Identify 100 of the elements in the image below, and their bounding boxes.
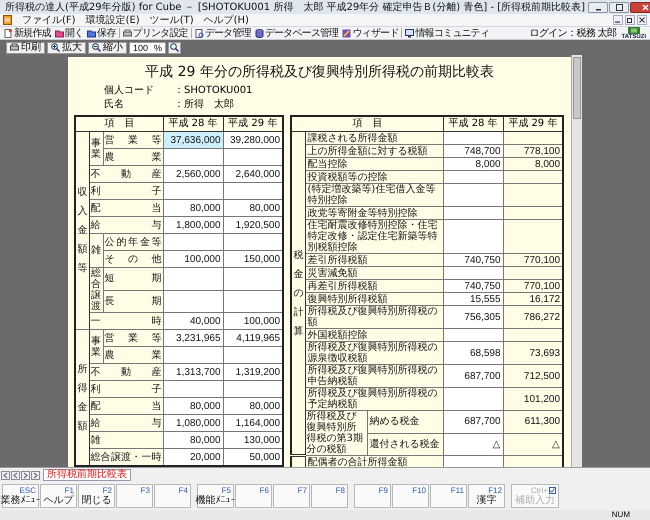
toolbar-button[interactable]: 新規作成 — [3, 28, 52, 38]
row-label: 配当 — [89, 398, 164, 414]
row-label: 還付される税金 — [367, 433, 444, 456]
table-cell[interactable]: 40,000 — [163, 312, 224, 330]
toolbar-button[interactable]: 拡大 — [47, 42, 86, 54]
nav-arrow-icon[interactable] — [11, 470, 20, 480]
table-cell[interactable] — [223, 268, 284, 290]
table-cell[interactable]: 1,313,700 — [163, 364, 224, 380]
table-cell[interactable] — [223, 148, 284, 166]
table-cell: 786,272 — [503, 306, 564, 328]
table-cell[interactable] — [223, 234, 284, 250]
table-cell: 8,000 — [443, 158, 504, 170]
nav-arrow-icon[interactable] — [31, 470, 40, 480]
table-cell[interactable]: 80,000 — [163, 398, 224, 414]
minimize-button[interactable] — [588, 2, 608, 12]
table-cell[interactable]: 2,560,000 — [163, 166, 224, 182]
report-title: 平成 29 年分の所得税及び復興特別所得税の前期比較表 — [144, 63, 495, 81]
toolbar-button[interactable]: データ管理 — [194, 28, 252, 38]
toolbar-button[interactable]: プリンタ設定 — [122, 28, 189, 38]
table-cell[interactable]: 3,231,965 — [163, 330, 224, 346]
table-cell[interactable]: 100,000 — [163, 250, 224, 268]
function-key[interactable]: ESC 業務ﾒﾆｭｰ — [2, 484, 39, 508]
toolbar-button[interactable]: 保存 — [86, 28, 117, 38]
table-cell[interactable]: 1,164,000 — [223, 414, 284, 432]
toolbar-button[interactable]: 印刷 — [6, 42, 45, 54]
restore-button[interactable] — [625, 15, 635, 25]
row-label: 配偶者の合計所得金額 — [305, 456, 444, 467]
function-key[interactable]: F10 — [392, 484, 429, 508]
table-cell[interactable] — [223, 380, 284, 398]
close-icon — [642, 4, 649, 10]
function-key[interactable]: F5 機能ﾒﾆｭｰ — [197, 484, 234, 508]
function-key[interactable]: F6 — [235, 484, 272, 508]
login-label: ログイン：税務 太郎 — [529, 28, 618, 38]
menu-item[interactable]: ツール(T) — [150, 14, 194, 26]
toolbar-button[interactable]: データベース管理 — [254, 28, 340, 38]
function-key[interactable]: F7 — [273, 484, 310, 508]
function-key[interactable]: F4 — [154, 484, 191, 508]
table-cell[interactable]: 37,636,000 — [163, 132, 224, 148]
table-cell[interactable] — [223, 346, 284, 364]
table-cell[interactable]: 1,080,000 — [163, 414, 224, 432]
function-key[interactable]: F11 — [430, 484, 467, 508]
table-cell[interactable] — [163, 148, 224, 166]
table-cell[interactable]: 80,000 — [223, 398, 284, 414]
menu-item[interactable]: 環境設定(E) — [86, 14, 140, 26]
table-cell[interactable] — [223, 290, 284, 312]
row-label: 農業 — [103, 346, 164, 364]
row-label: その他 — [103, 250, 164, 268]
toolbar-button[interactable]: 縮小 — [88, 42, 127, 54]
row-label: 営業等 — [103, 330, 164, 346]
menu-item[interactable]: ヘルプ(H) — [204, 14, 249, 26]
table-cell[interactable] — [223, 182, 284, 200]
table-cell[interactable]: 1,800,000 — [163, 216, 224, 234]
zoom-field[interactable]: 100 % — [129, 42, 166, 54]
table-cell[interactable] — [163, 268, 224, 290]
table-cell[interactable] — [163, 380, 224, 398]
function-key[interactable]: F8 — [311, 484, 348, 508]
table-cell[interactable] — [163, 290, 224, 312]
table-cell[interactable]: 100,000 — [223, 312, 284, 330]
table-cell[interactable]: 80,000 — [163, 432, 224, 448]
table-cell[interactable]: 1,920,500 — [223, 216, 284, 234]
status-indicator: NUM — [612, 510, 630, 520]
table-cell[interactable]: 50,000 — [223, 448, 284, 466]
table-cell[interactable]: 4,119,965 — [223, 330, 284, 346]
table-cell: 740,750 — [443, 280, 504, 292]
zoom-button[interactable] — [168, 42, 182, 54]
row-label: 給与 — [89, 216, 164, 234]
function-key[interactable]: F2 閉じる — [78, 484, 115, 508]
table-cell[interactable]: 150,000 — [223, 250, 284, 268]
close-button[interactable] — [637, 15, 647, 25]
table-cell[interactable]: 1,319,200 — [223, 364, 284, 380]
table-cell[interactable]: 80,000 — [223, 200, 284, 216]
table-cell[interactable]: 39,280,000 — [223, 132, 284, 148]
row-label: 不動産 — [89, 364, 164, 380]
toolbar-button[interactable]: ウィザード — [341, 28, 400, 38]
scrollbar[interactable] — [571, 55, 582, 467]
nav-arrow-icon[interactable] — [21, 470, 30, 480]
table-cell[interactable] — [163, 182, 224, 200]
function-key[interactable]: F9 — [354, 484, 391, 508]
info-label: 個人コード — [104, 85, 155, 97]
function-key[interactable]: F12 漢字 — [468, 484, 505, 508]
nav-arrow-icon[interactable] — [1, 470, 10, 480]
function-key[interactable]: F3 — [116, 484, 153, 508]
sheet-tab[interactable]: 所得税前期比較表 — [43, 469, 131, 481]
toolbar-button[interactable]: 開く — [54, 28, 84, 38]
maximize-button[interactable] — [609, 2, 630, 12]
function-key[interactable]: F1 ヘルプ — [40, 484, 77, 508]
table-cell[interactable] — [163, 234, 224, 250]
row-label: 総合譲渡・一時 — [89, 448, 164, 466]
menu-item[interactable]: ファイル(F) — [22, 14, 76, 26]
table-cell[interactable]: 2,640,000 — [223, 166, 284, 182]
document-icon[interactable] — [3, 15, 12, 25]
toolbar-button[interactable]: 情報コミュニティ — [404, 28, 490, 38]
minimize-button[interactable] — [613, 15, 623, 25]
table-cell — [443, 328, 504, 342]
table-cell[interactable]: 130,000 — [223, 432, 284, 448]
table-cell[interactable] — [163, 346, 224, 364]
table-cell[interactable]: 20,000 — [163, 448, 224, 466]
row-label: 長期 — [103, 290, 164, 312]
table-cell[interactable]: 80,000 — [163, 200, 224, 216]
table-cell: 770,100 — [503, 254, 564, 266]
